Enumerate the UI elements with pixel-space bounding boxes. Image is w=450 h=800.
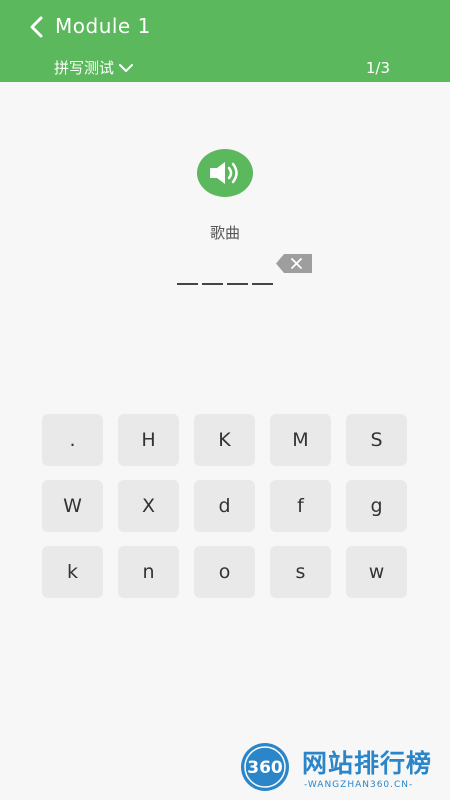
letter-key[interactable]: f xyxy=(270,480,331,532)
letter-key[interactable]: H xyxy=(118,414,179,466)
answer-blank xyxy=(252,283,273,285)
watermark-logo: 360 网站排行榜 -WANGZHAN360.CN- xyxy=(238,738,448,798)
letter-key[interactable]: k xyxy=(42,546,103,598)
letter-key[interactable]: w xyxy=(346,546,407,598)
answer-blanks xyxy=(177,283,273,285)
watermark-badge-text: 360 xyxy=(247,758,283,778)
letter-key[interactable]: n xyxy=(118,546,179,598)
back-button[interactable] xyxy=(22,12,52,42)
app-header: Module 1 拼写测试 1/3 xyxy=(0,0,450,82)
page-title: Module 1 xyxy=(55,14,151,38)
letter-key[interactable]: g xyxy=(346,480,407,532)
watermark-text: 网站排行榜 xyxy=(302,749,433,778)
letter-key[interactable]: M xyxy=(270,414,331,466)
chevron-down-icon xyxy=(119,63,134,72)
watermark-subtext: -WANGZHAN360.CN- xyxy=(304,780,414,790)
answer-blank xyxy=(177,283,198,285)
letter-key[interactable]: W xyxy=(42,480,103,532)
test-mode-dropdown[interactable]: 拼写测试 xyxy=(54,57,134,78)
delete-button[interactable] xyxy=(276,254,312,273)
question-progress: 1/3 xyxy=(365,59,390,77)
prompt-word: 歌曲 xyxy=(209,224,240,242)
play-audio-button[interactable] xyxy=(197,149,253,197)
backspace-icon xyxy=(276,254,312,273)
letter-key[interactable]: . xyxy=(42,414,103,466)
answer-blank xyxy=(202,283,223,285)
answer-blank xyxy=(227,283,248,285)
chevron-left-icon xyxy=(30,16,43,38)
letter-key[interactable]: S xyxy=(346,414,407,466)
letter-key[interactable]: K xyxy=(194,414,255,466)
letter-keyboard: . HKMS WXdfg knosw xyxy=(42,414,409,598)
letter-key[interactable]: X xyxy=(118,480,179,532)
letter-key[interactable]: s xyxy=(270,546,331,598)
letter-key[interactable]: d xyxy=(194,480,255,532)
speaker-icon xyxy=(210,162,238,184)
letter-key[interactable]: o xyxy=(194,546,255,598)
watermark-badge: 360 xyxy=(241,743,289,791)
test-mode-label: 拼写测试 xyxy=(54,59,115,77)
